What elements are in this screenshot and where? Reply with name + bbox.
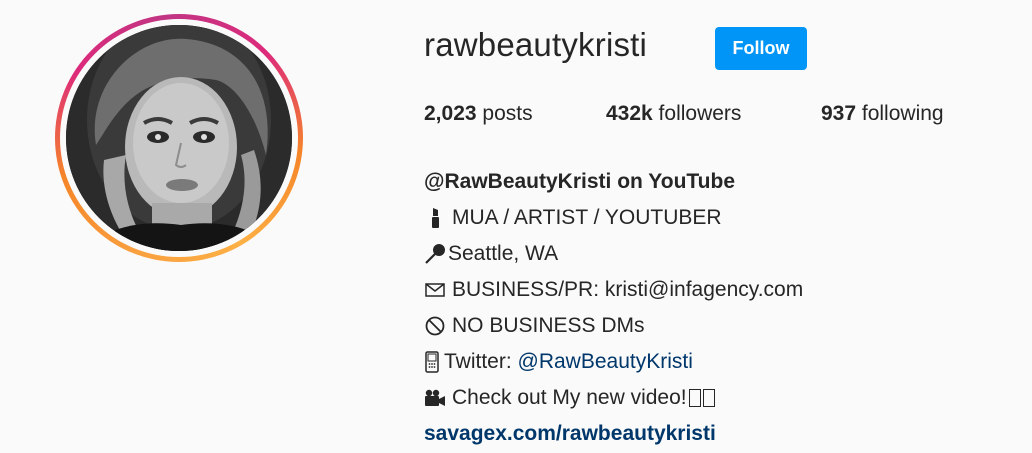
bio-business-text: BUSINESS/PR: kristi@infagency.com bbox=[452, 278, 804, 301]
follow-button[interactable]: Follow bbox=[715, 27, 807, 70]
following-count: 937 bbox=[821, 102, 857, 125]
twitter-handle-link[interactable]: @RawBeautyKristi bbox=[518, 344, 693, 380]
bio-video-text: Check out My new video! bbox=[452, 386, 687, 409]
avatar[interactable] bbox=[66, 25, 292, 251]
bio-line-location: Seattle, WA bbox=[424, 236, 1014, 272]
website-link[interactable]: savagex.com/rawbeautykristi bbox=[424, 416, 1014, 452]
followers-stat[interactable]: 432k followers bbox=[606, 102, 741, 126]
bio-line-video: Check out My new video! bbox=[424, 380, 1014, 416]
profile-header: rawbeautykristi Follow 2,023 posts 432k … bbox=[0, 0, 1032, 453]
bio: @RawBeautyKristi on YouTube MUA / ARTIST… bbox=[424, 164, 1014, 452]
pin-icon bbox=[424, 236, 446, 272]
bio-line-business: BUSINESS/PR: kristi@infagency.com bbox=[424, 272, 1014, 308]
lipstick-icon bbox=[424, 200, 446, 236]
missing-glyph-icon bbox=[702, 389, 715, 407]
followers-label: followers bbox=[652, 102, 742, 125]
posts-label: posts bbox=[476, 102, 533, 125]
bio-role-text: MUA / ARTIST / YOUTUBER bbox=[452, 206, 722, 229]
phone-icon bbox=[424, 344, 440, 380]
missing-glyph-icon bbox=[688, 389, 701, 407]
bio-line-role: MUA / ARTIST / YOUTUBER bbox=[424, 200, 1014, 236]
prohibited-icon bbox=[424, 308, 446, 344]
bio-location-text: Seattle, WA bbox=[448, 242, 559, 265]
posts-stat: 2,023 posts bbox=[424, 102, 533, 126]
bio-twitter-prefix: Twitter: bbox=[444, 350, 518, 373]
posts-count: 2,023 bbox=[424, 102, 477, 125]
bio-line-twitter: Twitter: @RawBeautyKristi bbox=[424, 344, 1014, 380]
avatar-portrait bbox=[66, 25, 292, 251]
bio-name: @RawBeautyKristi on YouTube bbox=[424, 170, 736, 193]
video-camera-icon bbox=[424, 380, 446, 416]
username: rawbeautykristi bbox=[424, 26, 648, 63]
following-stat[interactable]: 937 following bbox=[821, 102, 944, 126]
following-label: following bbox=[856, 102, 944, 125]
envelope-icon bbox=[424, 272, 446, 308]
story-ring[interactable] bbox=[55, 14, 303, 262]
bio-dms-text: NO BUSINESS DMs bbox=[452, 314, 645, 337]
followers-count: 432k bbox=[606, 102, 653, 125]
bio-line-dms: NO BUSINESS DMs bbox=[424, 308, 1014, 344]
